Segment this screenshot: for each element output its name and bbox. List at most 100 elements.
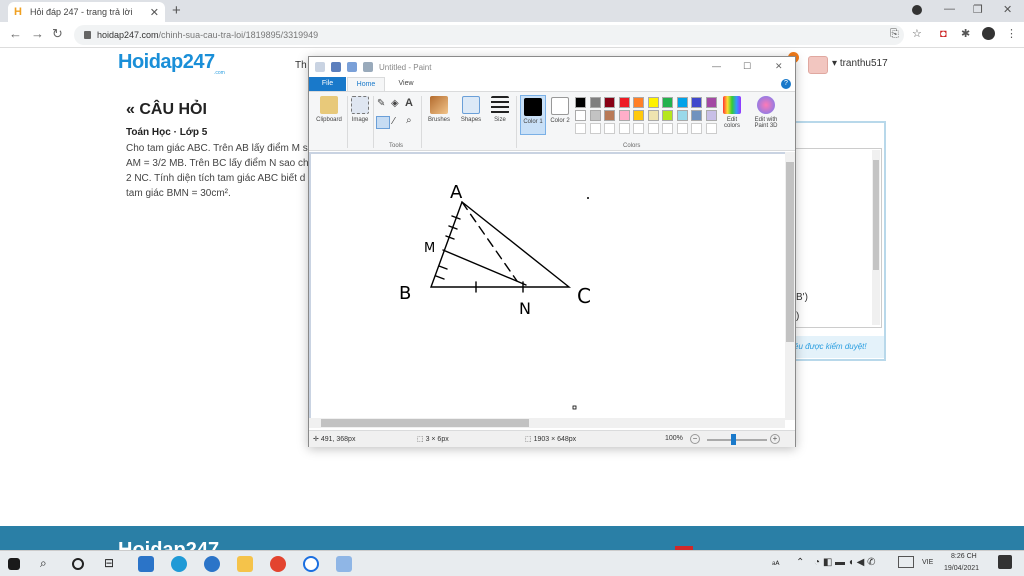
- custom-swatch[interactable]: [676, 123, 688, 134]
- tab-file[interactable]: File: [309, 77, 346, 91]
- custom-swatch[interactable]: [691, 123, 702, 134]
- custom-swatch[interactable]: [662, 123, 673, 134]
- forward-icon[interactable]: →: [31, 27, 44, 41]
- answer-scroll-thumb[interactable]: [873, 160, 879, 270]
- zoom-slider-thumb[interactable]: [731, 434, 736, 445]
- tray-icons[interactable]: ◔ ◧ ▬ ◖ ◀ ✆: [814, 557, 876, 568]
- minimize-icon[interactable]: —: [944, 3, 955, 15]
- zoom-slider[interactable]: [707, 439, 767, 441]
- clipboard-button[interactable]: Clipboard: [312, 96, 346, 123]
- save-icon[interactable]: [331, 62, 341, 72]
- custom-swatch[interactable]: [618, 123, 630, 134]
- ie-icon[interactable]: [204, 556, 220, 572]
- custom-swatch[interactable]: [604, 123, 615, 134]
- redo-icon[interactable]: [363, 62, 373, 72]
- palette-swatch[interactable]: [618, 110, 630, 121]
- tab-close-icon[interactable]: ✕: [150, 6, 159, 19]
- tab-view[interactable]: View: [387, 77, 425, 91]
- paint-minimize-icon[interactable]: —: [712, 61, 721, 71]
- file-explorer-icon[interactable]: [237, 556, 253, 572]
- omnibox[interactable]: hoidap247.com/chinh-sua-cau-tra-loi/1819…: [74, 25, 904, 45]
- site-logo[interactable]: Hoidap247: [118, 51, 215, 74]
- custom-swatch[interactable]: [647, 123, 659, 134]
- palette-swatch[interactable]: [647, 97, 659, 108]
- clock-date[interactable]: 19/04/2021: [944, 565, 979, 572]
- tray-chevron-icon[interactable]: ⌃: [796, 557, 804, 568]
- clock-time[interactable]: 8:26 CH: [951, 553, 977, 560]
- custom-swatch[interactable]: [589, 123, 601, 134]
- paint-close-icon[interactable]: ✕: [775, 61, 783, 72]
- edit-colors-button[interactable]: Edit colors: [720, 96, 744, 129]
- custom-swatch[interactable]: [705, 123, 717, 134]
- shapes-button[interactable]: Shapes: [457, 96, 485, 123]
- drawing-canvas[interactable]: A M B N C: [311, 154, 785, 420]
- edge-icon[interactable]: [171, 556, 187, 572]
- language-indicator[interactable]: VIE: [922, 559, 933, 566]
- paint-maximize-icon[interactable]: ☐: [743, 61, 751, 72]
- user-avatar[interactable]: [808, 56, 828, 74]
- eraser-icon[interactable]: [376, 116, 390, 129]
- people-icon[interactable]: ᵃᴬ: [772, 559, 779, 569]
- zoom-in-button[interactable]: +: [770, 434, 780, 444]
- palette-swatch[interactable]: [705, 97, 717, 108]
- zalo-icon[interactable]: [303, 556, 319, 572]
- palette-swatch[interactable]: [662, 97, 673, 108]
- lock-icon[interactable]: [84, 31, 91, 39]
- mail-icon[interactable]: [138, 556, 154, 572]
- palette-swatch[interactable]: [662, 110, 673, 121]
- paint-taskbar-icon[interactable]: [336, 556, 352, 572]
- palette-swatch[interactable]: [604, 97, 615, 108]
- close-window-icon[interactable]: ✕: [1003, 3, 1012, 16]
- brushes-button[interactable]: Brushes: [424, 96, 454, 123]
- size-button[interactable]: Size: [487, 96, 513, 123]
- palette-swatch[interactable]: [589, 97, 601, 108]
- custom-swatch[interactable]: [575, 123, 586, 134]
- palette-swatch[interactable]: [676, 97, 688, 108]
- vertical-scroll-thumb[interactable]: [786, 162, 794, 342]
- palette-swatch[interactable]: [647, 110, 659, 121]
- back-icon[interactable]: ←: [9, 27, 22, 41]
- bookmark-star-icon[interactable]: ☆: [912, 28, 922, 40]
- keyboard-icon[interactable]: [898, 556, 914, 568]
- tab-search-icon[interactable]: [912, 5, 922, 15]
- browser-profile-icon[interactable]: [982, 27, 995, 40]
- magnifier-icon[interactable]: ⌕: [406, 115, 412, 126]
- notification-center-icon[interactable]: [998, 555, 1012, 569]
- extension-shield-icon[interactable]: ◘: [940, 28, 947, 40]
- palette-swatch[interactable]: [633, 97, 644, 108]
- cortana-icon[interactable]: [72, 558, 84, 570]
- image-button[interactable]: Image: [349, 96, 371, 123]
- site-nav-fragment[interactable]: Th: [295, 60, 307, 71]
- horizontal-scroll-thumb[interactable]: [321, 419, 529, 427]
- chrome-icon[interactable]: [270, 556, 286, 572]
- palette-swatch[interactable]: [604, 110, 615, 121]
- search-icon[interactable]: ⌕: [40, 556, 56, 572]
- palette-swatch[interactable]: [575, 97, 586, 108]
- help-icon[interactable]: ?: [781, 79, 791, 89]
- start-icon[interactable]: [8, 558, 20, 570]
- extensions-puzzle-icon[interactable]: ✱: [961, 28, 970, 40]
- palette-swatch[interactable]: [691, 97, 702, 108]
- new-tab-button[interactable]: +: [172, 2, 181, 20]
- task-view-icon[interactable]: ⊟: [104, 556, 120, 572]
- palette-swatch[interactable]: [691, 110, 702, 121]
- undo-icon[interactable]: [347, 62, 357, 72]
- reload-icon[interactable]: ↻: [52, 27, 63, 41]
- color-picker-icon[interactable]: ⁄: [393, 116, 395, 127]
- palette-swatch[interactable]: [705, 110, 717, 121]
- palette-swatch[interactable]: [589, 110, 601, 121]
- color2-button[interactable]: Color 2: [549, 97, 571, 124]
- palette-swatch[interactable]: [575, 110, 586, 121]
- color1-button[interactable]: Color 1: [520, 95, 546, 135]
- restore-icon[interactable]: ❐: [973, 3, 983, 16]
- username[interactable]: ▾ tranthu517: [832, 58, 888, 69]
- tab-home[interactable]: Home: [347, 77, 385, 91]
- edit-paint3d-button[interactable]: Edit with Paint 3D: [749, 96, 783, 129]
- palette-swatch[interactable]: [676, 110, 688, 121]
- palette-swatch[interactable]: [618, 97, 630, 108]
- browser-menu-icon[interactable]: ⋮: [1006, 28, 1017, 40]
- translate-icon[interactable]: ⎘: [890, 28, 899, 40]
- pencil-icon[interactable]: ✎: [377, 98, 385, 109]
- zoom-out-button[interactable]: −: [690, 434, 700, 444]
- palette-swatch[interactable]: [633, 110, 644, 121]
